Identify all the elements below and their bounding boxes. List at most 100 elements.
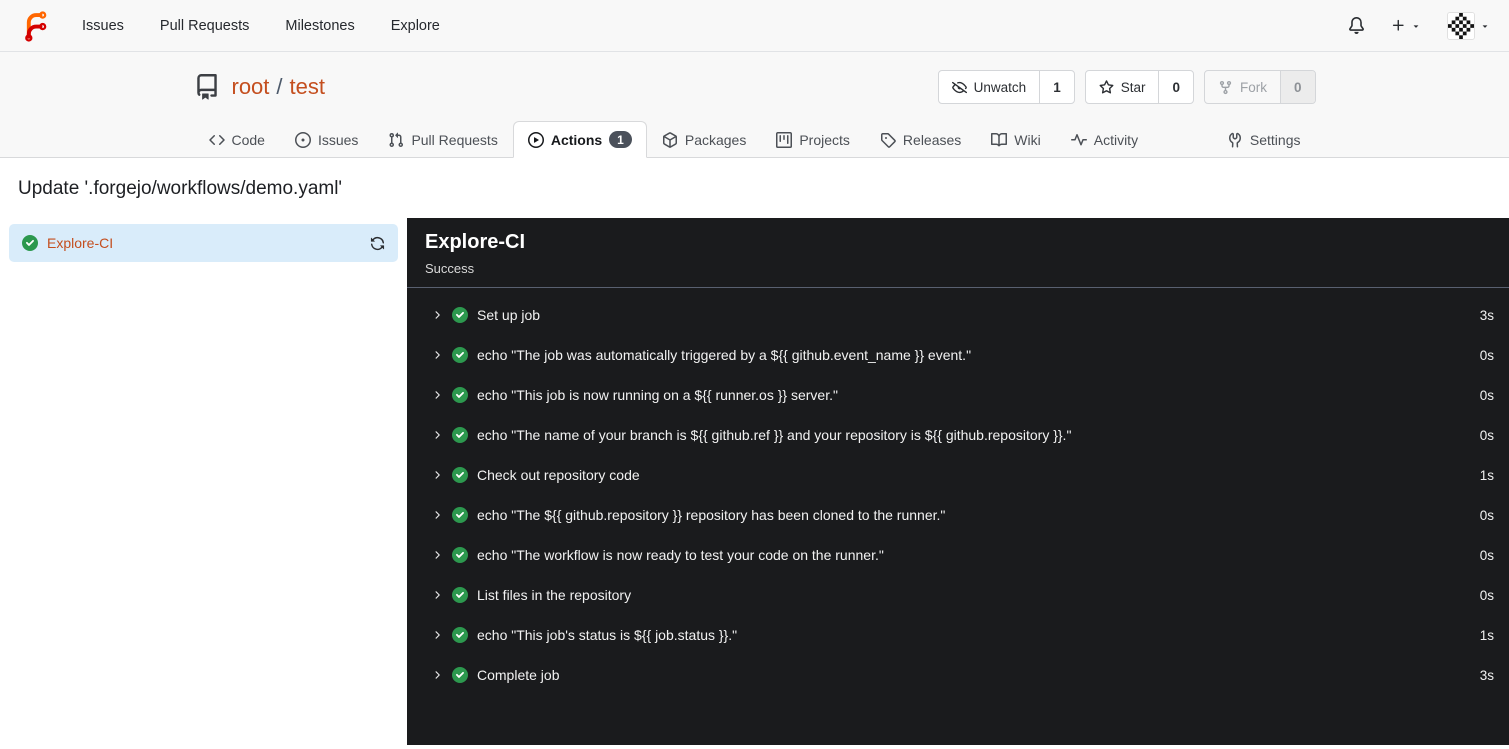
watchers-count[interactable]: 1 xyxy=(1039,71,1074,103)
rerun-icon[interactable] xyxy=(370,236,385,251)
check-circle-icon xyxy=(452,667,468,683)
chevron-down-icon xyxy=(1480,21,1490,31)
star-button[interactable]: Star 0 xyxy=(1084,70,1194,104)
repo-name-link[interactable]: test xyxy=(290,74,325,100)
notifications-button[interactable] xyxy=(1348,17,1365,34)
code-icon xyxy=(209,132,225,148)
step-name: List files in the repository xyxy=(477,587,632,603)
tab-packages[interactable]: Packages xyxy=(647,122,761,158)
step-name: Complete job xyxy=(477,667,560,683)
chevron-right-icon[interactable] xyxy=(431,469,443,481)
tag-icon xyxy=(880,132,896,148)
step-row[interactable]: echo "The ${{ github.repository }} repos… xyxy=(431,495,1494,535)
job-status: Success xyxy=(425,261,475,276)
nav-milestones[interactable]: Milestones xyxy=(285,18,354,34)
tab-issues[interactable]: Issues xyxy=(280,122,373,158)
stars-count[interactable]: 0 xyxy=(1158,71,1193,103)
chevron-right-icon[interactable] xyxy=(431,589,443,601)
step-row[interactable]: echo "The name of your branch is ${{ git… xyxy=(431,415,1494,455)
repo-header: root / test Unwatch 1 Star 0 Fork 0 Code… xyxy=(0,52,1509,158)
tab-actions[interactable]: Actions 1 xyxy=(512,121,647,158)
tab-releases[interactable]: Releases xyxy=(865,122,976,158)
tab-settings-label: Settings xyxy=(1249,132,1301,148)
avatar xyxy=(1447,11,1475,40)
actions-count-badge: 1 xyxy=(609,131,632,148)
star-label: Star xyxy=(1120,79,1146,95)
step-row[interactable]: echo "The job was automatically triggere… xyxy=(431,335,1494,375)
create-new-button[interactable] xyxy=(1391,18,1421,33)
step-name: echo "The ${{ github.repository }} repos… xyxy=(477,507,946,523)
chevron-right-icon[interactable] xyxy=(431,349,443,361)
check-circle-icon xyxy=(452,307,468,323)
chevron-right-icon[interactable] xyxy=(431,629,443,641)
check-circle-icon xyxy=(452,467,468,483)
eye-closed-icon xyxy=(952,80,967,95)
forks-count[interactable]: 0 xyxy=(1279,71,1315,103)
unwatch-button[interactable]: Unwatch 1 xyxy=(937,70,1075,104)
chevron-right-icon[interactable] xyxy=(431,669,443,681)
bell-icon xyxy=(1348,17,1365,34)
jobs-sidebar: Explore-CI xyxy=(0,218,407,745)
chevron-right-icon[interactable] xyxy=(431,429,443,441)
tab-actions-label: Actions xyxy=(550,131,603,148)
tab-releases-label: Releases xyxy=(902,132,962,148)
tab-wiki[interactable]: Wiki xyxy=(976,122,1055,158)
step-row-complete[interactable]: Complete job 3s xyxy=(431,655,1494,695)
steps-list: Set up job 3s echo "The job was automati… xyxy=(407,288,1509,695)
step-row-checkout[interactable]: Check out repository code 1s xyxy=(431,455,1494,495)
main-nav: Issues Pull Requests Milestones Explore xyxy=(82,18,440,34)
step-row[interactable]: echo "The workflow is now ready to test … xyxy=(431,535,1494,575)
step-name: echo "This job is now running on a ${{ r… xyxy=(477,387,838,403)
play-circle-icon xyxy=(528,132,544,148)
step-name: echo "This job's status is ${{ job.statu… xyxy=(477,627,738,643)
fork-label: Fork xyxy=(1239,79,1267,95)
tab-code-label: Code xyxy=(231,132,265,148)
tab-issues-label: Issues xyxy=(317,132,359,148)
step-name: echo "The workflow is now ready to test … xyxy=(477,547,884,563)
nav-pull-requests[interactable]: Pull Requests xyxy=(160,18,249,34)
check-circle-icon xyxy=(452,387,468,403)
fork-icon xyxy=(1218,80,1233,95)
step-name: echo "The job was automatically triggere… xyxy=(477,347,972,363)
step-row[interactable]: echo "This job is now running on a ${{ r… xyxy=(431,375,1494,415)
tab-pull-requests[interactable]: Pull Requests xyxy=(373,122,512,158)
star-icon xyxy=(1099,80,1114,95)
unwatch-label: Unwatch xyxy=(973,79,1027,95)
chevron-right-icon[interactable] xyxy=(431,389,443,401)
chevron-right-icon[interactable] xyxy=(431,549,443,561)
step-duration: 0s xyxy=(1479,507,1494,523)
tab-projects[interactable]: Projects xyxy=(761,122,865,158)
fork-button[interactable]: Fork 0 xyxy=(1203,70,1316,104)
check-circle-icon xyxy=(452,547,468,563)
tools-icon xyxy=(1227,132,1243,148)
job-item-explore-ci[interactable]: Explore-CI xyxy=(9,224,398,262)
tab-wiki-label: Wiki xyxy=(1014,132,1041,148)
nav-explore[interactable]: Explore xyxy=(391,18,440,34)
forgejo-logo-icon[interactable] xyxy=(19,9,52,42)
chevron-right-icon[interactable] xyxy=(431,309,443,321)
check-circle-icon xyxy=(452,627,468,643)
check-circle-icon xyxy=(22,235,38,251)
step-duration: 0s xyxy=(1479,427,1494,443)
nav-issues[interactable]: Issues xyxy=(82,18,124,34)
tab-activity[interactable]: Activity xyxy=(1056,122,1153,158)
user-menu-button[interactable] xyxy=(1447,11,1490,40)
repo-separator: / xyxy=(276,74,283,99)
step-row-list-files[interactable]: List files in the repository 0s xyxy=(431,575,1494,615)
tab-code[interactable]: Code xyxy=(194,122,280,158)
step-duration: 3s xyxy=(1479,307,1494,323)
job-title: Explore-CI xyxy=(425,231,526,253)
step-name: Check out repository code xyxy=(477,467,640,483)
step-row[interactable]: echo "This job's status is ${{ job.statu… xyxy=(431,615,1494,655)
repo-breadcrumb: root / test xyxy=(232,74,326,100)
step-row-setup[interactable]: Set up job 3s xyxy=(431,295,1494,335)
repo-tabs: Code Issues Pull Requests Actions 1 Pack… xyxy=(194,121,1316,158)
step-duration: 0s xyxy=(1479,347,1494,363)
step-name: Set up job xyxy=(477,307,541,323)
chevron-right-icon[interactable] xyxy=(431,509,443,521)
step-duration: 0s xyxy=(1479,587,1494,603)
repo-owner-link[interactable]: root xyxy=(232,74,270,100)
job-label: Explore-CI xyxy=(47,235,114,251)
tab-settings[interactable]: Settings xyxy=(1212,122,1316,158)
step-duration: 0s xyxy=(1479,387,1494,403)
